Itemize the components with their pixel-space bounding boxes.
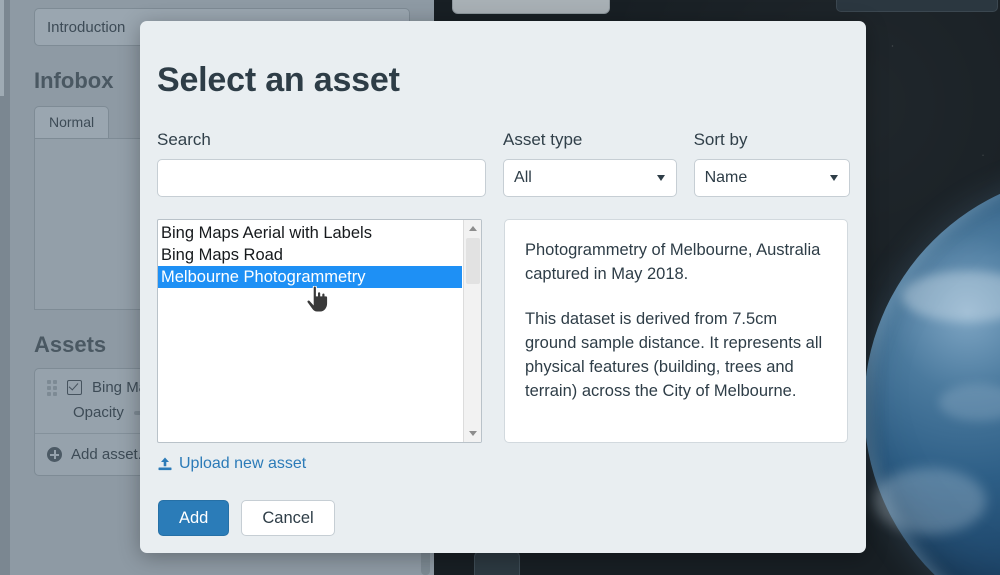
asset-type-select[interactable]: All xyxy=(503,159,677,197)
chevron-down-icon xyxy=(656,175,665,181)
add-asset-label: Add asset... xyxy=(71,446,151,463)
list-item[interactable]: Bing Maps Road xyxy=(158,244,461,266)
asset-type-label: Asset type xyxy=(503,130,583,149)
description-paragraph-1: Photogrammetry of Melbourne, Australia c… xyxy=(525,241,821,283)
upload-new-asset-link[interactable]: Upload new asset xyxy=(158,455,306,473)
search-label: Search xyxy=(157,130,211,149)
drag-handle-icon[interactable] xyxy=(47,379,57,396)
asset-type-group: Asset type All xyxy=(503,130,677,197)
asset-description-panel: Photogrammetry of Melbourne, Australia c… xyxy=(504,219,848,443)
list-scrollbar[interactable] xyxy=(463,220,481,442)
viewer-bottom-control[interactable] xyxy=(474,551,520,575)
hand-cursor-icon xyxy=(306,286,328,312)
modal-button-row: Add Cancel xyxy=(158,499,850,536)
select-asset-modal: Select an asset Search Asset type All So… xyxy=(140,21,866,553)
asset-type-selected-value: All xyxy=(514,169,532,186)
asset-layer-label: Bing Ma xyxy=(92,379,148,396)
viewer-top-right-control[interactable] xyxy=(836,0,998,12)
asset-list-items: Bing Maps Aerial with Labels Bing Maps R… xyxy=(158,220,462,288)
tab-normal[interactable]: Normal xyxy=(34,106,110,138)
viewer-toolbar-button[interactable] xyxy=(452,0,610,14)
list-item-selected[interactable]: Melbourne Photogrammetry xyxy=(158,266,462,288)
list-item[interactable]: Bing Maps Aerial with Labels xyxy=(158,222,461,244)
description-paragraph-2: This dataset is derived from 7.5cm groun… xyxy=(525,310,823,400)
opacity-label: Opacity xyxy=(73,404,124,421)
asset-listbox[interactable]: Bing Maps Aerial with Labels Bing Maps R… xyxy=(157,219,482,443)
add-button[interactable]: Add xyxy=(158,499,230,536)
sort-by-selected-value: Name xyxy=(704,169,748,186)
upload-icon xyxy=(158,457,172,470)
modal-filter-row: Search Asset type All Sort by Name xyxy=(156,130,850,197)
scroll-down-arrow-icon[interactable] xyxy=(464,425,481,442)
sort-by-select[interactable]: Name xyxy=(693,159,850,197)
asset-visibility-checkbox[interactable] xyxy=(67,380,82,395)
scroll-up-arrow-icon[interactable] xyxy=(464,220,481,237)
search-group: Search xyxy=(157,130,487,197)
scrollbar-thumb[interactable] xyxy=(466,238,480,284)
search-input[interactable] xyxy=(157,159,487,197)
chevron-down-icon xyxy=(830,175,838,181)
tab-normal-label: Normal xyxy=(49,114,95,130)
app-root: Introduction Infobox Normal Assets Bing … xyxy=(0,0,1000,575)
sidebar-rail xyxy=(0,0,10,575)
plus-circle-icon xyxy=(47,447,62,462)
modal-title: Select an asset xyxy=(157,61,400,99)
cancel-button[interactable]: Cancel xyxy=(241,499,335,536)
sort-by-group: Sort by Name xyxy=(693,130,850,197)
sort-by-label: Sort by xyxy=(693,130,748,149)
upload-new-asset-label: Upload new asset xyxy=(179,455,307,472)
modal-content-row: Bing Maps Aerial with Labels Bing Maps R… xyxy=(156,219,850,443)
cloud-band-south xyxy=(873,468,987,534)
introduction-field-label: Introduction xyxy=(47,18,126,36)
